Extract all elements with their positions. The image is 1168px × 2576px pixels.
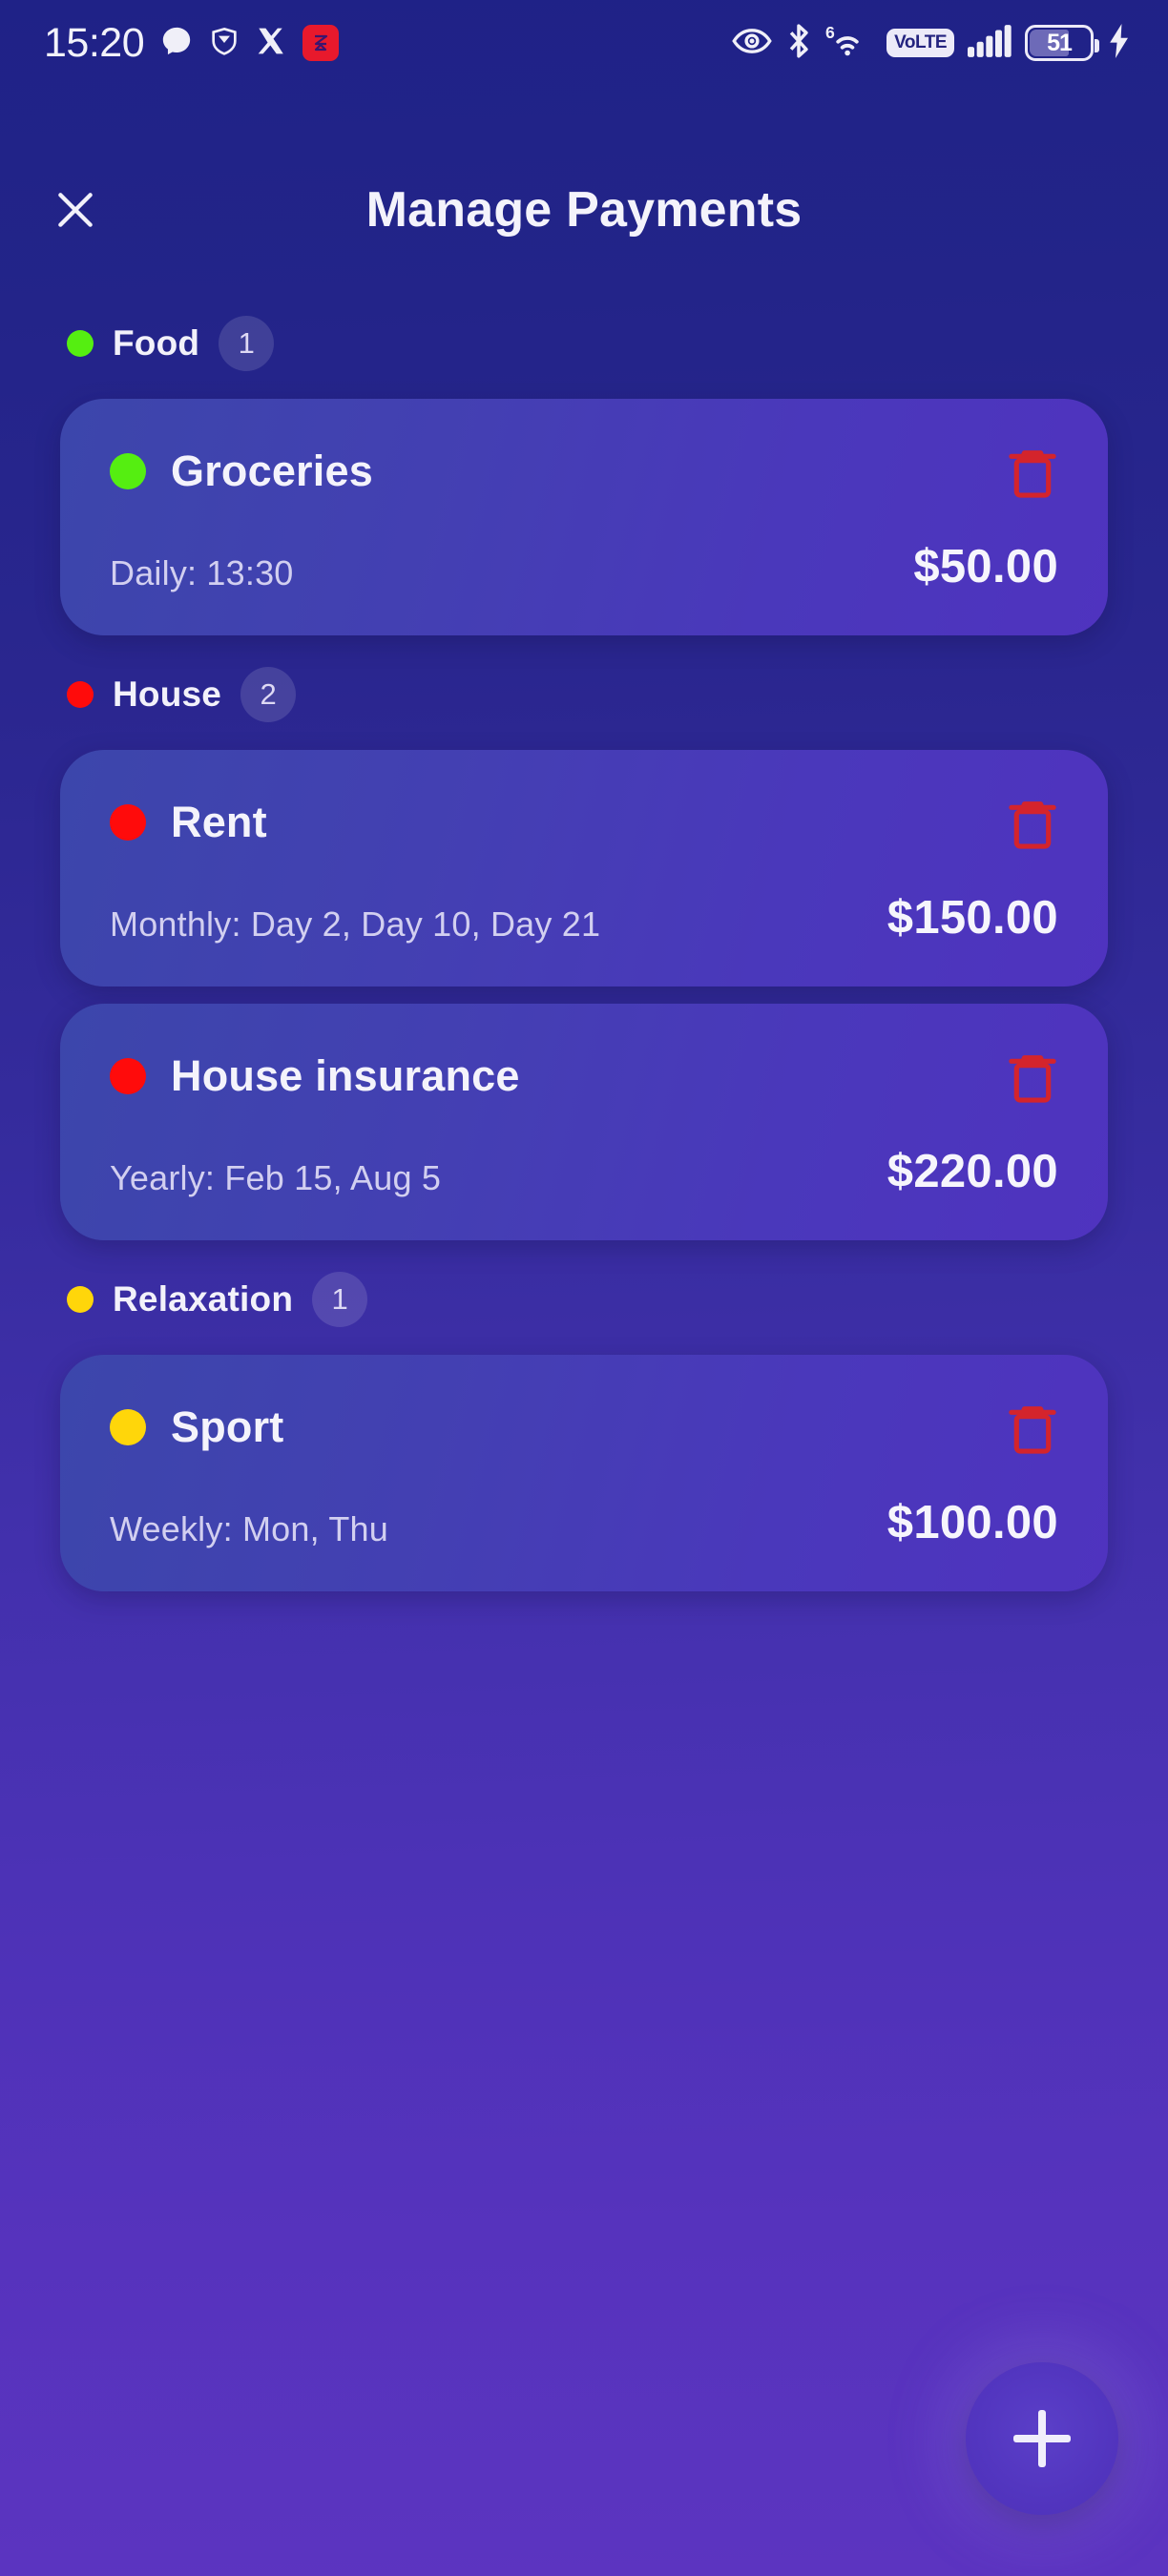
payment-card-rent[interactable]: Rent Monthly: Day 2, Day 10, Day 21 $150… <box>60 750 1108 987</box>
eye-icon <box>732 27 772 60</box>
delete-icon[interactable] <box>1007 443 1058 500</box>
category-count-badge: 1 <box>312 1272 368 1327</box>
status-bar: 15:20 6 VoLTE 51 <box>0 0 1168 86</box>
payment-amount: $50.00 <box>913 541 1058 592</box>
messenger-icon <box>160 25 193 62</box>
payment-card-header: Sport <box>110 1399 1058 1456</box>
page-title: Manage Payments <box>365 182 803 238</box>
payment-schedule: Monthly: Day 2, Day 10, Day 21 <box>110 904 601 944</box>
payment-amount: $150.00 <box>886 892 1058 944</box>
category-color-dot <box>67 681 94 708</box>
battery-level: 51 <box>1047 29 1073 56</box>
payment-amount: $100.00 <box>886 1497 1058 1548</box>
wifi-6-icon: 6 <box>825 22 873 65</box>
charging-bolt-icon <box>1107 23 1132 63</box>
category-color-dot <box>67 330 94 357</box>
delete-icon[interactable] <box>1007 1048 1058 1105</box>
payment-amount: $220.00 <box>886 1146 1058 1197</box>
category-name: Food <box>113 323 200 363</box>
payment-color-dot <box>110 804 146 841</box>
payment-title: Groceries <box>171 447 373 495</box>
payment-card-header: Rent <box>110 794 1058 851</box>
payment-color-dot <box>110 1058 146 1094</box>
category-section-relaxation: Relaxation 1 Sport Weekly: Mon, Thu $100… <box>0 1261 1168 1591</box>
battery-icon: 51 <box>1025 25 1099 61</box>
payment-card-header: Groceries <box>110 443 1058 500</box>
volte-icon: VoLTE <box>886 29 954 57</box>
payment-card-footer: Monthly: Day 2, Day 10, Day 21 $150.00 <box>110 891 1058 945</box>
category-payment-cards: Rent Monthly: Day 2, Day 10, Day 21 $150… <box>0 750 1168 1240</box>
payment-title-group: Rent <box>110 798 267 847</box>
payment-title-group: Sport <box>110 1402 284 1452</box>
cellular-signal-icon <box>968 24 1012 63</box>
payment-card-sport[interactable]: Sport Weekly: Mon, Thu $100.00 <box>60 1355 1108 1591</box>
svg-text:6: 6 <box>825 23 835 42</box>
bluetooth-icon <box>785 23 812 64</box>
payments-list: Food 1 Groceries Daily: 13:30 $50.00 Hou… <box>0 305 1168 2576</box>
shield-icon <box>209 25 240 62</box>
category-section-house: House 2 Rent Monthly: Day 2, Day 10, Day… <box>0 656 1168 1240</box>
payment-card-house-insurance[interactable]: House insurance Yearly: Feb 15, Aug 5 $2… <box>60 1004 1108 1240</box>
delete-icon[interactable] <box>1007 1399 1058 1456</box>
payment-title: Rent <box>171 798 267 846</box>
category-header: Food 1 <box>0 305 1168 382</box>
status-bar-right: 6 VoLTE 51 <box>732 22 1132 65</box>
payment-schedule: Weekly: Mon, Thu <box>110 1509 388 1548</box>
payment-color-dot <box>110 453 146 489</box>
status-clock: 15:20 <box>44 19 145 66</box>
payment-title: Sport <box>171 1402 284 1451</box>
category-count-badge: 2 <box>240 667 297 722</box>
payment-title-group: House insurance <box>110 1051 520 1101</box>
category-count-badge: 1 <box>219 316 275 371</box>
plus-icon <box>1013 2410 1071 2467</box>
payment-card-groceries[interactable]: Groceries Daily: 13:30 $50.00 <box>60 399 1108 635</box>
close-icon[interactable] <box>46 180 105 239</box>
category-header: Relaxation 1 <box>0 1261 1168 1338</box>
payment-card-footer: Weekly: Mon, Thu $100.00 <box>110 1496 1058 1549</box>
app-header: Manage Payments <box>0 162 1168 258</box>
z-app-icon <box>302 25 340 61</box>
payment-schedule: Yearly: Feb 15, Aug 5 <box>110 1158 442 1197</box>
payment-schedule: Daily: 13:30 <box>110 553 294 592</box>
payment-color-dot <box>110 1409 146 1445</box>
payment-card-header: House insurance <box>110 1048 1058 1105</box>
category-color-dot <box>67 1286 94 1313</box>
category-name: House <box>113 675 222 714</box>
payment-card-footer: Yearly: Feb 15, Aug 5 $220.00 <box>110 1145 1058 1198</box>
category-header: House 2 <box>0 656 1168 733</box>
category-section-food: Food 1 Groceries Daily: 13:30 $50.00 <box>0 305 1168 635</box>
x-twitter-icon <box>256 26 286 61</box>
category-name: Relaxation <box>113 1279 294 1319</box>
add-payment-button[interactable] <box>966 2362 1118 2515</box>
category-payment-cards: Sport Weekly: Mon, Thu $100.00 <box>0 1355 1168 1591</box>
payment-card-footer: Daily: 13:30 $50.00 <box>110 540 1058 593</box>
payment-title-group: Groceries <box>110 447 373 496</box>
payment-title: House insurance <box>171 1051 520 1100</box>
category-payment-cards: Groceries Daily: 13:30 $50.00 <box>0 399 1168 635</box>
status-bar-left: 15:20 <box>44 19 340 67</box>
delete-icon[interactable] <box>1007 794 1058 851</box>
